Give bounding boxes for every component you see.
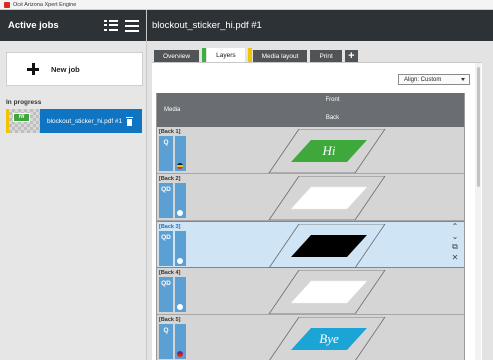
front-column-header: Front xyxy=(325,97,340,103)
ink-channel-block[interactable] xyxy=(175,277,186,312)
move-down-button[interactable]: ⌄ xyxy=(450,232,460,241)
active-jobs-title: Active jobs xyxy=(8,20,59,31)
tab-layers[interactable]: Layers xyxy=(207,48,245,62)
scrollbar-thumb[interactable] xyxy=(477,67,480,187)
layer-row[interactable]: [Back 5] Q Bye xyxy=(157,315,464,360)
active-jobs-header: Active jobs xyxy=(0,10,146,41)
ink-channel-label: QD xyxy=(161,280,171,287)
align-select[interactable]: Align: Custom xyxy=(398,74,470,85)
ink-dot-icon xyxy=(177,351,183,357)
layer-row-label: [Back 2] xyxy=(159,176,181,182)
tab-print[interactable]: Print xyxy=(310,50,342,62)
layer-artwork xyxy=(268,176,386,220)
layer-row-label: [Back 4] xyxy=(159,270,181,276)
job-detail-header: blockout_sticker_hi.pdf #1 xyxy=(147,10,493,41)
ink-channel-block[interactable] xyxy=(175,231,186,266)
ink-dot-icon xyxy=(177,258,183,264)
list-view-icon[interactable] xyxy=(104,19,118,32)
layer-row[interactable]: [Back 2] QD xyxy=(157,174,464,221)
layer-artwork xyxy=(268,224,386,268)
ink-dot-icon xyxy=(177,304,183,310)
active-jobs-panel: Active jobs New job In progress Hi block… xyxy=(0,10,147,360)
ink-channel-block[interactable]: QD xyxy=(159,183,173,218)
ink-channel-block[interactable] xyxy=(175,183,186,218)
layers-grid: Media Front Back [Back 1] Q Hi [Back 2] QD [B… xyxy=(156,93,465,360)
duplicate-button[interactable]: ⧉ xyxy=(450,242,460,251)
ink-channel-label: QD xyxy=(161,234,171,241)
layer-row-label: [Back 5] xyxy=(159,317,181,323)
artwork-text: Hi xyxy=(322,143,336,158)
row-actions: ⌃ ⌄ ⧉ ✕ xyxy=(450,222,460,269)
layer-row[interactable]: [Back 4] QD xyxy=(157,268,464,315)
delete-layer-button[interactable]: ✕ xyxy=(450,253,460,262)
tab-overview[interactable]: Overview xyxy=(154,50,200,62)
app-logo-icon xyxy=(4,1,10,8)
trash-icon[interactable] xyxy=(126,116,134,126)
layers-grid-header: Media Front Back xyxy=(157,93,464,127)
align-select-value: Align: Custom xyxy=(404,76,442,83)
ink-channel-label: QD xyxy=(161,186,171,193)
job-name: blockout_sticker_hi.pdf #1 xyxy=(47,117,123,125)
ink-channel-block[interactable]: Q xyxy=(159,136,173,171)
ink-channel-block[interactable] xyxy=(175,324,186,359)
layer-row-label: [Back 1] xyxy=(159,129,181,135)
os-window-title: Océ Arizona Xpert Engine xyxy=(13,1,77,8)
layer-rows: [Back 1] Q Hi [Back 2] QD [Back 3] QD ⌃ ⌄ ⧉ ✕ [Back… xyxy=(157,127,464,360)
os-title-bar: Océ Arizona Xpert Engine xyxy=(0,0,493,10)
layer-row-label: [Back 3] xyxy=(159,224,181,230)
app-window: Océ Arizona Xpert Engine Active jobs New… xyxy=(0,0,493,360)
layers-status-marker xyxy=(202,48,207,62)
job-list-item[interactable]: Hi blockout_sticker_hi.pdf #1 xyxy=(6,109,142,133)
media-layout-status-marker xyxy=(247,48,252,62)
ink-channel-block[interactable]: QD xyxy=(159,277,173,312)
chevron-down-icon xyxy=(461,78,465,81)
layer-artwork: Hi xyxy=(268,129,386,173)
ink-channel-block[interactable] xyxy=(175,136,186,171)
job-detail-panel: blockout_sticker_hi.pdf #1 Overview Laye… xyxy=(147,10,493,360)
media-column-header: Media xyxy=(164,107,181,113)
tab-media-layout[interactable]: Media layout xyxy=(252,50,308,62)
in-progress-label: In progress xyxy=(6,99,42,106)
job-thumbnail: Hi xyxy=(6,109,40,133)
back-column-header: Back xyxy=(325,115,340,121)
layer-artwork: Bye xyxy=(269,317,386,360)
job-title: blockout_sticker_hi.pdf #1 xyxy=(152,20,262,31)
layer-artwork xyxy=(268,270,386,314)
new-job-button[interactable]: New job xyxy=(6,52,143,86)
ink-dot-icon xyxy=(177,210,183,216)
add-tab-button[interactable]: + xyxy=(344,50,358,62)
layers-content: Align: Custom Media Front Back [Back 1] Q… xyxy=(152,62,482,360)
artwork-text: Bye xyxy=(319,331,339,346)
ink-channel-label: Q xyxy=(163,139,169,146)
ink-channel-block[interactable]: Q xyxy=(159,324,173,359)
thumbnail-art: Hi xyxy=(13,113,30,122)
plus-icon xyxy=(27,63,39,75)
layer-row[interactable]: [Back 1] Q Hi xyxy=(157,127,464,174)
ink-dot-icon xyxy=(177,163,183,169)
new-job-label: New job xyxy=(51,64,80,74)
ink-channel-label: Q xyxy=(163,327,169,334)
ink-channel-block[interactable]: QD xyxy=(159,231,173,266)
move-up-button[interactable]: ⌃ xyxy=(450,222,460,231)
menu-icon[interactable] xyxy=(125,19,139,32)
layer-row[interactable]: [Back 3] QD ⌃ ⌄ ⧉ ✕ xyxy=(157,221,464,268)
tab-bar: Overview Layers Media layout Print + xyxy=(154,48,358,62)
vertical-scrollbar[interactable] xyxy=(475,63,481,360)
